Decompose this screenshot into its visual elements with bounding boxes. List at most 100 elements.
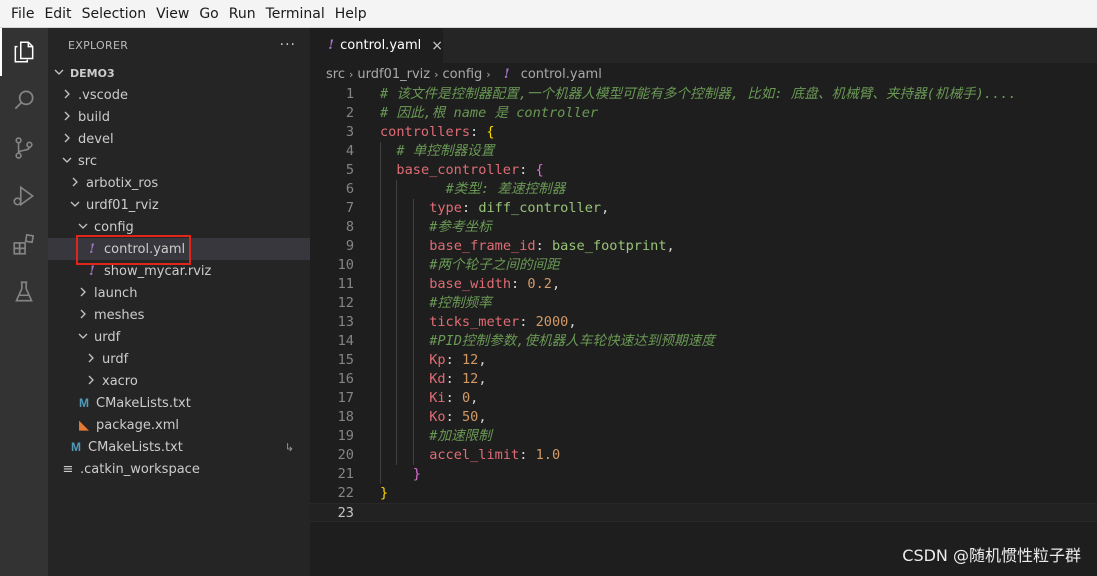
tab-control-yaml[interactable]: ! control.yaml × xyxy=(310,28,443,63)
testing-icon[interactable] xyxy=(0,268,48,316)
tree-folder[interactable]: devel xyxy=(48,128,310,150)
tree-item-label: CMakeLists.txt xyxy=(88,439,183,455)
code-line: 3 controllers: { xyxy=(310,123,1097,142)
code-text: Kp: 12, xyxy=(429,351,486,370)
code-token: #两个轮子之间的间距 xyxy=(429,257,560,273)
code-token: diff_controller xyxy=(478,200,602,216)
code-token: : xyxy=(519,314,536,330)
line-number: 8 xyxy=(345,219,354,235)
code-token: Kp xyxy=(429,352,446,368)
line-number: 11 xyxy=(337,276,354,292)
menu-selection[interactable]: Selection xyxy=(77,0,152,28)
chevron-right-icon xyxy=(76,309,90,322)
code-token: Kd xyxy=(429,371,446,387)
tree-item-label: config xyxy=(94,219,134,235)
menu-help[interactable]: Help xyxy=(330,0,372,28)
extensions-icon[interactable] xyxy=(0,220,48,268)
tree-file[interactable]: ◣ package.xml xyxy=(48,414,310,436)
more-actions-icon[interactable]: ··· xyxy=(280,37,296,53)
tree-folder[interactable]: urdf xyxy=(48,326,310,348)
line-number: 20 xyxy=(337,447,354,463)
code-line: 12 #控制频率 xyxy=(310,294,1097,313)
tree-folder[interactable]: .vscode xyxy=(48,84,310,106)
code-token: { xyxy=(486,124,495,140)
line-number: 3 xyxy=(345,124,354,140)
tree-file[interactable]: ≡ .catkin_workspace xyxy=(48,458,310,480)
tab-label: control.yaml xyxy=(340,38,422,53)
tree-item-label: urdf01_rviz xyxy=(86,197,159,213)
chevron-right-icon: › xyxy=(486,67,491,81)
code-token: : xyxy=(461,200,479,216)
code-text: # 单控制器设置 xyxy=(396,142,494,161)
line-number: 9 xyxy=(345,238,354,254)
line-number: 6 xyxy=(345,181,354,197)
tree-item-label: meshes xyxy=(94,307,145,323)
tree-folder[interactable]: launch xyxy=(48,282,310,304)
code-token: 50 xyxy=(461,409,479,425)
tree-folder[interactable]: arbotix_ros xyxy=(48,172,310,194)
menu-run[interactable]: Run xyxy=(224,0,261,28)
menu-go[interactable]: Go xyxy=(194,0,223,28)
tree-item-label: launch xyxy=(94,285,138,301)
chevron-right-icon xyxy=(84,375,98,388)
breadcrumb-item[interactable]: urdf01_rviz xyxy=(357,67,430,82)
code-token: ticks_meter xyxy=(429,314,520,330)
code-token: : xyxy=(445,390,462,406)
tree-item-label: build xyxy=(78,109,110,125)
menu-terminal[interactable]: Terminal xyxy=(261,0,330,28)
code-token: #加速限制 xyxy=(429,428,492,444)
code-line: 13 ticks_meter: 2000, xyxy=(310,313,1097,332)
files-icon[interactable] xyxy=(0,28,48,76)
line-number: 22 xyxy=(337,485,354,501)
code-token: #类型: 差速控制器 xyxy=(445,181,566,197)
explorer-title: EXPLORER xyxy=(68,38,129,52)
tree-file[interactable]: M CMakeLists.txt xyxy=(48,392,310,414)
tree-folder[interactable]: build xyxy=(48,106,310,128)
chevron-down-icon xyxy=(60,155,74,168)
tree-folder[interactable]: meshes xyxy=(48,304,310,326)
breadcrumb-item[interactable]: config xyxy=(443,67,483,82)
close-icon[interactable]: × xyxy=(431,38,443,54)
tree-folder[interactable]: src xyxy=(48,150,310,172)
code-line: 10 #两个轮子之间的间距 xyxy=(310,256,1097,275)
menu-file[interactable]: File xyxy=(6,0,39,28)
line-number: 14 xyxy=(337,333,354,349)
tree-root[interactable]: DEMO3 xyxy=(48,62,310,84)
code-token: : xyxy=(519,162,536,178)
code-token: base_width xyxy=(429,276,512,292)
chevron-right-icon: › xyxy=(434,67,439,81)
code-text: #PID控制参数,使机器人车轮快速达到预期速度 xyxy=(429,332,715,351)
tree-folder[interactable]: urdf01_rviz xyxy=(48,194,310,216)
code-token: 12 xyxy=(461,352,479,368)
tree-folder[interactable]: xacro xyxy=(48,370,310,392)
code-line: 8 #参考坐标 xyxy=(310,218,1097,237)
breadcrumb-item[interactable]: src xyxy=(326,67,345,82)
code-token: , xyxy=(666,238,675,254)
menu-view[interactable]: View xyxy=(151,0,194,28)
yaml-file-icon: ! xyxy=(328,38,334,53)
tree-file[interactable]: M CMakeLists.txt ↳ xyxy=(48,436,310,458)
tree-folder[interactable]: urdf xyxy=(48,348,310,370)
breadcrumb-item[interactable]: control.yaml xyxy=(521,67,602,82)
explorer-header: EXPLORER ··· xyxy=(48,28,310,62)
code-token: : xyxy=(511,276,528,292)
code-editor[interactable]: 1 # 该文件是控制器配置,一个机器人模型可能有多个控制器, 比如: 底盘、机械臂… xyxy=(310,85,1097,576)
tree-item-label: show_mycar.rviz xyxy=(104,263,212,279)
source-control-icon[interactable] xyxy=(0,124,48,172)
xml-file-icon: ◣ xyxy=(79,417,89,433)
line-number: 2 xyxy=(345,105,354,121)
code-token: , xyxy=(478,352,487,368)
search-icon[interactable] xyxy=(0,76,48,124)
code-text: controllers: { xyxy=(380,123,495,142)
line-number: 12 xyxy=(337,295,354,311)
tree-item-label: .catkin_workspace xyxy=(80,461,200,477)
code-line: 4 # 单控制器设置 xyxy=(310,142,1097,161)
run-debug-icon[interactable] xyxy=(0,172,48,220)
chevron-right-icon xyxy=(84,353,98,366)
code-line: 15 Kp: 12, xyxy=(310,351,1097,370)
editor-tabs: ! control.yaml × xyxy=(310,28,1097,63)
code-text: base_frame_id: base_footprint, xyxy=(429,237,675,256)
tree-item-label: package.xml xyxy=(96,417,179,433)
line-number: 5 xyxy=(345,162,354,178)
menu-edit[interactable]: Edit xyxy=(39,0,76,28)
